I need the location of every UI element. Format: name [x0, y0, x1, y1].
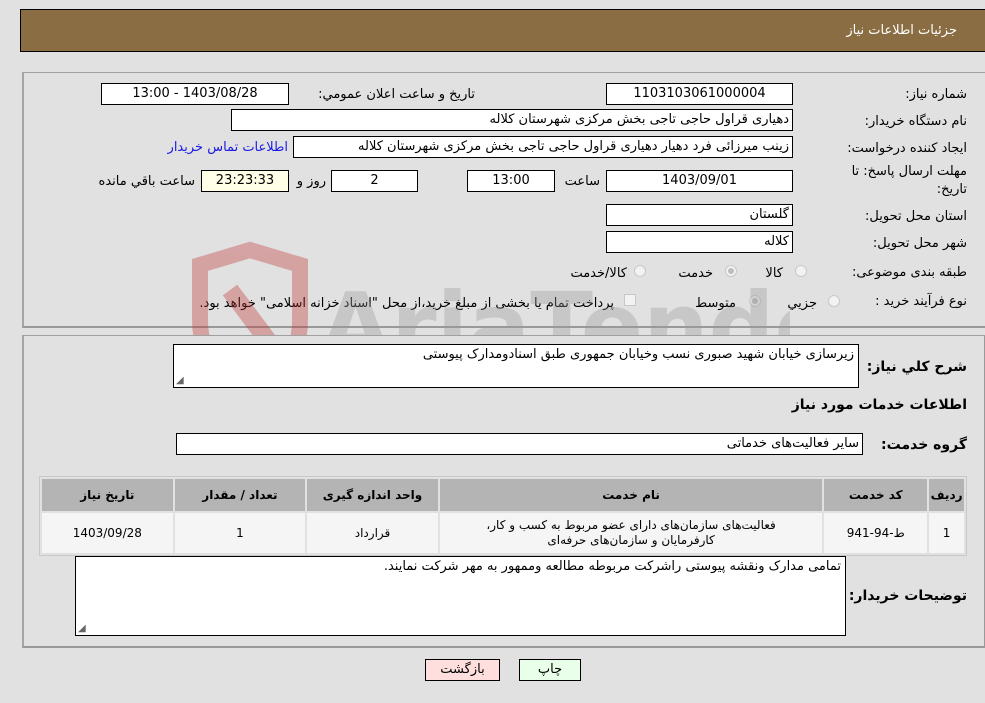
description-label: شرح كلي نیاز: [866, 359, 967, 375]
province-label: استان محل تحویل: [865, 209, 967, 224]
col-header-name: نام خدمت [439, 479, 823, 511]
cell-unit: قرارداد [307, 513, 438, 553]
buyer-org-label: نام دستگاه خریدار: [864, 114, 967, 129]
cell-name-line2: کارفرمایان و سازمان‌های حرفه‌ای [547, 533, 715, 547]
buyer-notes-label: توضیحات خریدار: [848, 588, 967, 604]
treasury-checkbox[interactable] [624, 294, 636, 306]
services-table: ردیف کد خدمت نام خدمت واحد اندازه گیری ت… [39, 476, 967, 556]
category-radio-goods[interactable] [795, 265, 807, 277]
process-option-medium: متوسط [695, 296, 736, 311]
description-textarea[interactable]: زیرسازی خیابان شهید صبوری نسب وخیابان جم… [173, 344, 859, 388]
need-number-label: شماره نیاز: [905, 87, 967, 102]
buyer-notes-text: تمامی مدارک ونقشه پیوستی راشرکت مربوطه م… [383, 559, 841, 574]
deadline-label-line2: تاریخ: [936, 182, 967, 197]
service-group-field: سایر فعالیت‌های خدماتی [176, 433, 863, 455]
cell-row-num: 1 [929, 513, 964, 553]
print-button[interactable]: چاپ [519, 659, 581, 681]
category-radio-goods-service[interactable] [634, 265, 646, 277]
remaining-label: ساعت باقي مانده [98, 174, 195, 189]
days-remaining-field: 2 [331, 170, 418, 192]
cell-qty: 1 [174, 513, 306, 553]
process-radio-medium[interactable] [749, 295, 761, 307]
need-number-field: 1103103061000004 [606, 83, 793, 105]
announce-label: تاریخ و ساعت اعلان عمومي: [318, 87, 475, 102]
col-header-row-num: ردیف [929, 479, 964, 511]
table-header-row: ردیف کد خدمت نام خدمت واحد اندازه گیری ت… [42, 479, 964, 511]
resize-handle-icon[interactable]: ◢ [78, 623, 86, 634]
deadline-date-field: 1403/09/01 [606, 170, 793, 192]
back-button[interactable]: بازگشت [425, 659, 500, 681]
city-field: کلاله [606, 231, 793, 253]
days-label: روز و [296, 174, 326, 189]
page-header: جزئیات اطلاعات نیاز [20, 9, 985, 52]
buyer-org-field: دهیاری قراول حاجی تاجی بخش مرکزی شهرستان… [231, 109, 793, 131]
announce-datetime-field: 1403/08/28 - 13:00 [101, 83, 289, 105]
deadline-time-field: 13:00 [467, 170, 555, 192]
buyer-contact-link[interactable]: اطلاعات تماس خریدار [168, 140, 288, 155]
deadline-label-line1: مهلت ارسال پاسخ: تا [851, 164, 967, 179]
cell-name: فعالیت‌های سازمان‌های دارای عضو مربوط به… [439, 513, 823, 553]
cell-date: 1403/09/28 [42, 513, 173, 553]
services-heading: اطلاعات خدمات مورد نیاز [791, 397, 967, 413]
description-text: زیرسازی خیابان شهید صبوری نسب وخیابان جم… [422, 347, 854, 362]
process-label: نوع فرآیند خرید : [875, 294, 967, 309]
service-group-label: گروه خدمت: [881, 437, 967, 453]
cell-code: ط-94-941 [824, 513, 928, 553]
process-radio-minor[interactable] [828, 295, 840, 307]
category-radio-service[interactable] [725, 265, 737, 277]
treasury-text: پرداخت تمام یا بخشی از مبلغ خرید،از محل … [199, 296, 614, 311]
col-header-qty: تعداد / مقدار [174, 479, 306, 511]
col-header-date: تاریخ نیاز [42, 479, 173, 511]
category-option-service: خدمت [678, 266, 713, 281]
category-option-goods-service: کالا/خدمت [570, 266, 627, 281]
time-remaining-field: 23:23:33 [201, 170, 289, 192]
category-option-goods: کالا [765, 266, 783, 281]
city-label: شهر محل تحویل: [872, 236, 967, 251]
resize-handle-icon[interactable]: ◢ [176, 375, 184, 386]
table-row: 1 ط-94-941 فعالیت‌های سازمان‌های دارای ع… [42, 513, 964, 553]
province-field: گلستان [606, 204, 793, 226]
creator-label: ایجاد کننده درخواست: [847, 141, 967, 156]
cell-name-line1: فعالیت‌های سازمان‌های دارای عضو مربوط به… [486, 518, 776, 532]
category-label: طبقه بندی موضوعی: [851, 265, 967, 280]
process-option-minor: جزیي [787, 296, 817, 311]
page-title: جزئیات اطلاعات نیاز [846, 23, 957, 38]
buyer-notes-textarea[interactable]: تمامی مدارک ونقشه پیوستی راشرکت مربوطه م… [75, 556, 846, 636]
col-header-unit: واحد اندازه گیری [307, 479, 438, 511]
creator-field: زینب میرزائی فرد دهیار دهیاری قراول حاجی… [293, 136, 793, 158]
col-header-code: کد خدمت [824, 479, 928, 511]
deadline-time-label: ساعت [564, 174, 600, 189]
